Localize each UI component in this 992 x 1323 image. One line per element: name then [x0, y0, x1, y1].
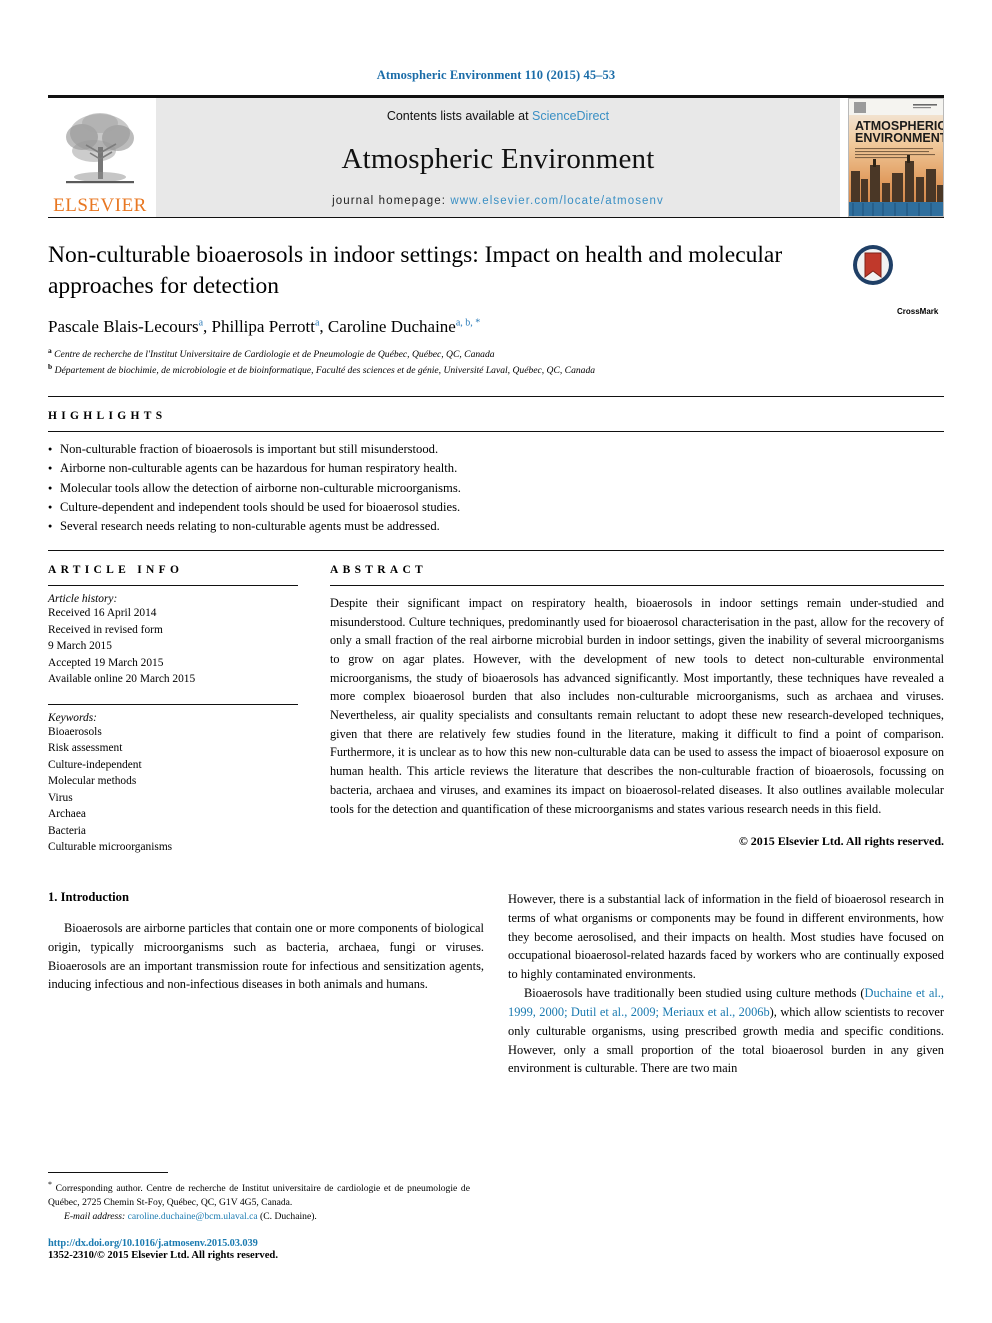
body-paragraph-with-citation: Bioaerosols have traditionally been stud…: [508, 984, 944, 1078]
keyword-item: Culture-independent: [48, 758, 142, 771]
title-block: Non-culturable bioaerosols in indoor set…: [48, 240, 944, 378]
title-column: Non-culturable bioaerosols in indoor set…: [48, 240, 852, 378]
affiliation-mark-b: b: [48, 362, 53, 372]
crossmark-icon: [853, 245, 893, 285]
abstract-column: ABSTRACT Despite their significant impac…: [316, 551, 944, 856]
highlight-item: Several research needs relating to non-c…: [48, 517, 944, 536]
author-name-3: Caroline Duchaine: [327, 317, 456, 337]
body-column-left: 1. Introduction Bioaerosols are airborne…: [48, 890, 484, 1078]
body-paragraph: However, there is a substantial lack of …: [508, 891, 944, 982]
journal-cover-thumbnail: ATMOSPHERIC ENVIRONMENT: [848, 98, 944, 217]
article-history-title: Article history:: [48, 592, 118, 605]
highlights-list: Non-culturable fraction of bioaerosols i…: [48, 432, 944, 550]
highlight-item: Culture-dependent and independent tools …: [48, 498, 944, 517]
highlight-item: Airborne non-culturable agents can be ha…: [48, 459, 944, 478]
email-suffix: (C. Duchaine).: [260, 1210, 317, 1222]
crossmark-badge[interactable]: CrossMark: [852, 240, 944, 378]
highlight-item: Non-culturable fraction of bioaerosols i…: [48, 440, 944, 459]
author-mark-1: a: [198, 317, 204, 329]
doi-link[interactable]: http://dx.doi.org/10.1016/j.atmosenv.201…: [48, 1238, 470, 1249]
contents-prefix: Contents lists available at: [386, 109, 533, 123]
journal-title: Atmospheric Environment: [341, 142, 655, 175]
article-page: Atmospheric Environment 110 (2015) 45–53…: [0, 0, 992, 1323]
affiliation-mark-a: a: [48, 346, 52, 356]
body-columns: 1. Introduction Bioaerosols are airborne…: [48, 890, 944, 1078]
keyword-item: Archaea: [48, 808, 86, 821]
journal-homepage-line: journal homepage: www.elsevier.com/locat…: [332, 195, 664, 207]
sciencedirect-link[interactable]: ScienceDirect: [532, 109, 609, 123]
email-note: E-mail address: caroline.duchaine@bcm.ul…: [48, 1210, 470, 1224]
article-history-block: Article history: Received 16 April 2014 …: [48, 586, 298, 698]
crossmark-label: CrossMark: [897, 306, 939, 316]
author-mark-3: a, b, *: [455, 317, 481, 329]
article-info-column: ARTICLE INFO Article history: Received 1…: [48, 551, 316, 856]
highlight-item: Molecular tools allow the detection of a…: [48, 479, 944, 498]
homepage-prefix: journal homepage:: [332, 195, 451, 207]
abstract-copyright: © 2015 Elsevier Ltd. All rights reserved…: [738, 834, 944, 849]
footnote-zone: * Corresponding author. Centre de recher…: [48, 1171, 470, 1261]
history-line: 9 March 2015: [48, 640, 112, 653]
elsevier-wordmark: ELSEVIER: [53, 195, 147, 216]
body-column-right: However, there is a substantial lack of …: [508, 890, 944, 1078]
corresponding-marker: *: [48, 1179, 52, 1189]
article-info-heading: ARTICLE INFO: [48, 563, 184, 576]
affiliation-text-b: Département de biochimie, de microbiolog…: [54, 365, 596, 377]
keyword-item: Bioaerosols: [48, 725, 102, 738]
paragraph-pre-citation: Bioaerosols have traditionally been stud…: [524, 986, 865, 1001]
author-name-2: Phillipa Perrott: [211, 317, 315, 337]
history-line: Available online 20 March 2015: [48, 673, 196, 686]
keyword-item: Molecular methods: [48, 775, 137, 788]
highlights-heading: HIGHLIGHTS: [48, 410, 167, 423]
keyword-item: Virus: [48, 791, 73, 804]
highlights-top-rule: [48, 396, 944, 398]
cover-title-2: ENVIRONMENT: [855, 131, 943, 145]
body-paragraph: Bioaerosols are airborne particles that …: [48, 920, 484, 992]
author-mark-2: a: [314, 317, 320, 329]
journal-homepage-link[interactable]: www.elsevier.com/locate/atmosenv: [450, 195, 664, 207]
masthead-bottom-rule: [48, 217, 944, 218]
section-heading-introduction: 1. Introduction: [48, 889, 129, 904]
history-line: Accepted 19 March 2015: [48, 656, 164, 669]
info-abstract-section: ARTICLE INFO Article history: Received 1…: [48, 549, 944, 856]
journal-masthead: ELSEVIER Contents lists available at Sci…: [48, 95, 944, 217]
issn-copyright-line: 1352-2310/© 2015 Elsevier Ltd. All right…: [48, 1250, 278, 1261]
affiliation-b: b Département de biochimie, de microbiol…: [48, 362, 840, 378]
elsevier-logo: ELSEVIER: [48, 98, 152, 217]
keyword-item: Culturable microorganisms: [48, 841, 173, 854]
affiliation-text-a: Centre de recherche de l'Institut Univer…: [54, 349, 495, 361]
keywords-title: Keywords:: [48, 711, 97, 724]
keyword-item: Bacteria: [48, 824, 86, 837]
history-line: Received in revised form: [48, 623, 163, 636]
abstract-heading: ABSTRACT: [330, 563, 428, 576]
elsevier-tree-icon: [66, 113, 134, 184]
running-head: Atmospheric Environment 110 (2015) 45–53: [376, 68, 616, 82]
corresponding-author-text: Corresponding author. Centre de recherch…: [48, 1182, 470, 1208]
page-title: Non-culturable bioaerosols in indoor set…: [48, 242, 783, 299]
keyword-item: Risk assessment: [48, 742, 123, 755]
email-link[interactable]: caroline.duchaine@bcm.ulaval.ca: [128, 1211, 258, 1222]
author-name-1: Pascale Blais-Lecours: [48, 317, 199, 337]
author-list: Pascale Blais-Lecoursa, Phillipa Perrott…: [48, 317, 481, 337]
contents-available-line: Contents lists available at ScienceDirec…: [387, 109, 609, 123]
footnote-rule: [48, 1171, 168, 1173]
email-label: E-mail address:: [64, 1210, 126, 1222]
keywords-block: Keywords: Bioaerosols Risk assessment Cu…: [48, 705, 298, 856]
abstract-text: Despite their significant impact on resp…: [330, 595, 944, 816]
journal-band: Contents lists available at ScienceDirec…: [156, 98, 840, 217]
history-line: Received 16 April 2014: [48, 606, 157, 619]
corresponding-author-note: * Corresponding author. Centre de recher…: [48, 1179, 470, 1210]
cover-art: ATMOSPHERIC ENVIRONMENT: [849, 99, 943, 216]
affiliation-a: a Centre de recherche de l'Institut Univ…: [48, 346, 840, 362]
doi-block: http://dx.doi.org/10.1016/j.atmosenv.201…: [48, 1238, 470, 1261]
